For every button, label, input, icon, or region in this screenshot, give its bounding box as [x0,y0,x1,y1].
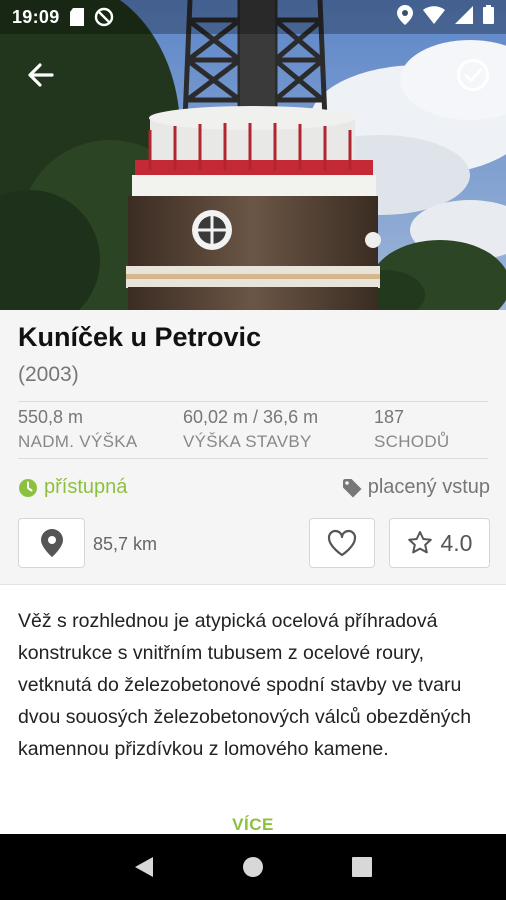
stat-steps: 187 SCHODŮ [374,407,449,452]
rating-button[interactable]: 4.0 [389,518,490,568]
build-year: (2003) [18,363,79,386]
wifi-icon [423,5,445,29]
stat-altitude: 550,8 m NADM. VÝŠKA [18,407,138,452]
access-label: přístupná [44,476,128,498]
location-icon [397,4,413,30]
description-section: Věž s rozhlednou je atypická ocelová pří… [0,584,506,835]
stat-height: 60,02 m / 36,6 m VÝŠKA STAVBY [183,407,318,452]
nav-home-button[interactable] [233,847,273,887]
square-recents-icon [351,857,372,877]
stat-value: 550,8 m [18,407,84,427]
nav-back-button[interactable] [124,847,164,887]
system-nav-bar [0,834,506,900]
heart-icon [327,529,357,557]
stat-label: SCHODŮ [374,432,450,451]
more-button[interactable]: VÍCE [0,815,506,835]
stat-value: 60,02 m / 36,6 m [183,407,319,427]
back-button[interactable] [24,58,58,92]
favorite-button[interactable] [309,518,375,568]
nav-recents-button[interactable] [342,847,382,887]
tower-photo-illustration [0,0,506,310]
description-text: Věž s rozhlednou je atypická ocelová pří… [18,610,472,760]
divider [18,401,488,402]
map-pin-icon [40,529,63,557]
arrow-left-icon [28,63,54,87]
star-icon [407,531,432,554]
page-title: Kuníček u Petrovic [18,322,262,352]
location-button[interactable] [18,518,85,568]
fee-label: placený vstup [367,476,490,498]
visited-toggle-button[interactable] [456,58,490,92]
tower-photo [0,0,506,310]
stat-label: NADM. VÝŠKA [18,432,138,451]
status-bar: 19:09 [0,0,506,34]
battery-icon [483,5,494,29]
signal-icon [455,5,473,29]
tag-icon [342,478,362,497]
stat-label: VÝŠKA STAVBY [183,432,312,451]
do-not-disturb-icon [94,7,114,27]
clock-icon [19,478,37,497]
check-circle-icon [457,59,489,91]
divider [18,458,488,459]
rating-value: 4.0 [440,529,473,556]
triangle-back-icon [135,857,154,877]
circle-home-icon [242,857,263,877]
distance-label: 85,7 km [93,534,158,554]
tower-info: Kuníček u Petrovic (2003) 550,8 m NADM. … [0,310,506,584]
sd-card-icon [69,8,84,26]
access-status: přístupná [18,476,127,499]
status-time: 19:09 [12,6,60,27]
stat-value: 187 [374,407,405,427]
entry-fee: placený vstup [342,476,490,499]
